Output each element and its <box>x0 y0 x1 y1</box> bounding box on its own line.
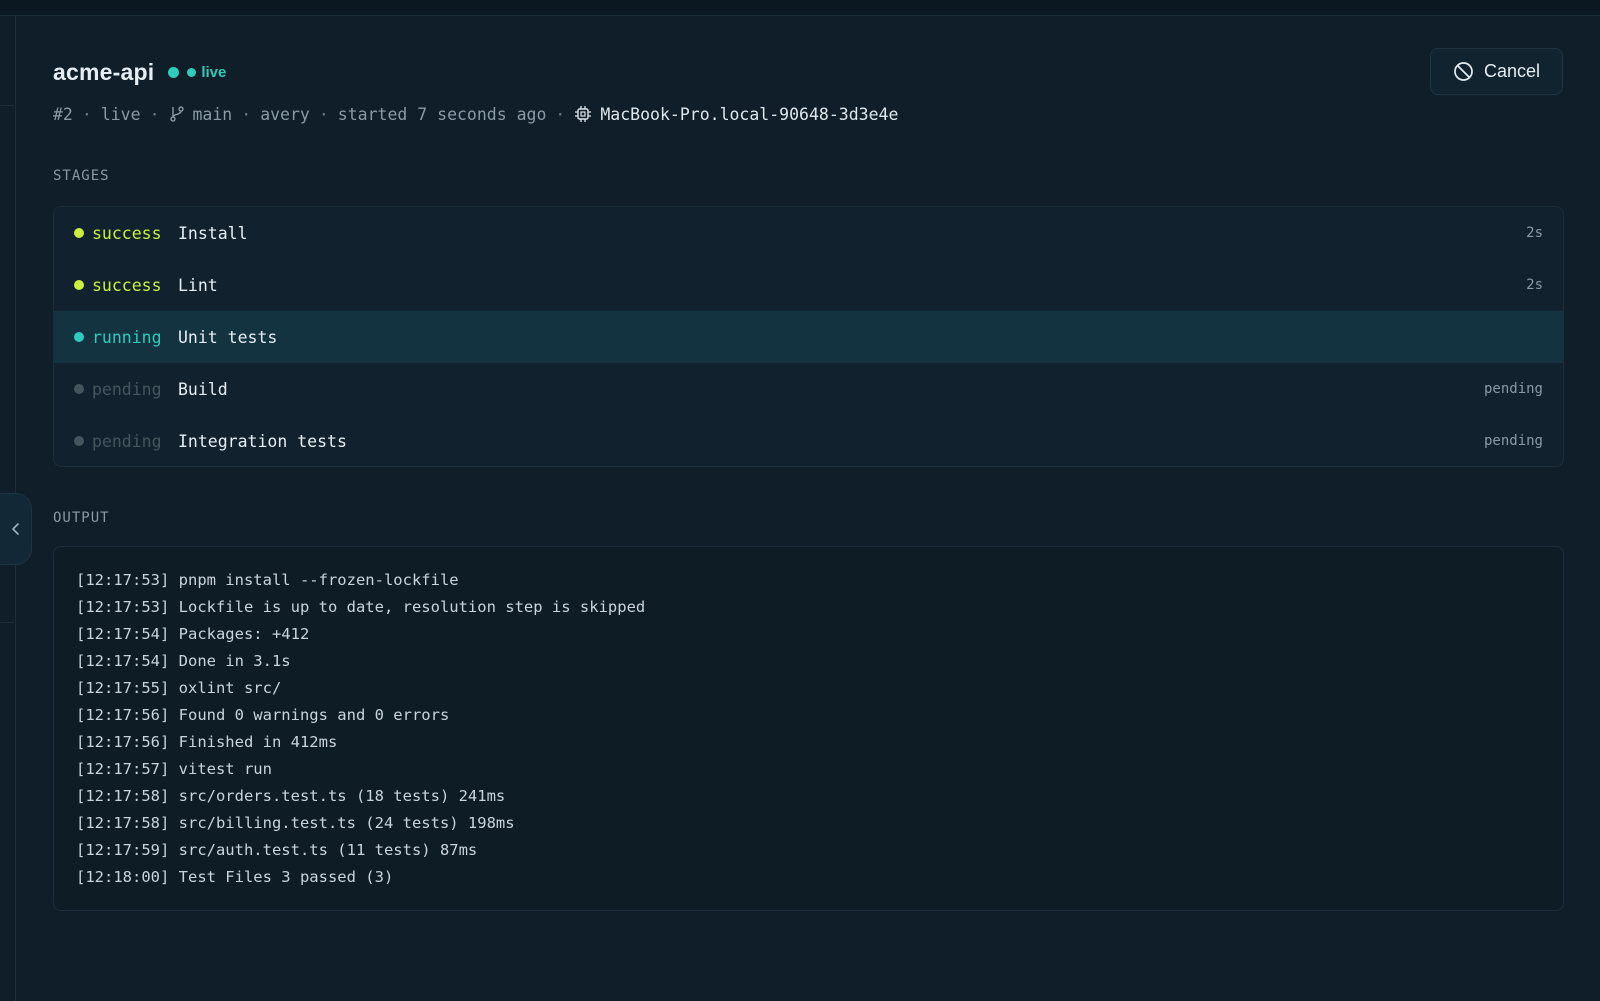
output-log[interactable]: [12:17:53] pnpm install --frozen-lockfil… <box>53 546 1564 911</box>
stage-name: Integration tests <box>178 431 347 451</box>
cancel-icon <box>1454 62 1473 81</box>
cancel-button-label: Cancel <box>1483 61 1541 81</box>
running-dot-icon <box>74 332 84 342</box>
stage-duration: 2s <box>1526 277 1543 293</box>
log-line: [12:17:58] src/billing.test.ts (24 tests… <box>76 814 515 832</box>
run-status: live <box>100 104 141 124</box>
stages-heading: STAGES <box>53 168 110 184</box>
success-dot-icon <box>74 228 84 238</box>
stage-row-unit-tests[interactable]: running Unit tests <box>54 311 1563 363</box>
pending-dot-icon <box>74 436 84 446</box>
status-badge: live <box>187 64 226 81</box>
run-number: #2 <box>53 104 73 124</box>
pending-dot-icon <box>74 384 84 394</box>
log-line: [12:17:54] Packages: +412 <box>76 625 310 643</box>
separator: · <box>149 104 160 124</box>
log-line: [12:17:55] oxlint src/ <box>76 679 282 697</box>
chevron-left-icon <box>11 523 19 535</box>
success-dot-icon <box>74 280 84 290</box>
separator: · <box>81 104 92 124</box>
separator: · <box>241 104 252 124</box>
log-line: [12:17:53] pnpm install --frozen-lockfil… <box>76 571 459 589</box>
log-line: [12:17:56] Finished in 412ms <box>76 733 338 751</box>
run-user: avery <box>260 104 310 124</box>
stage-name: Lint <box>178 275 218 295</box>
stage-status: pending <box>92 379 162 399</box>
log-line: [12:17:59] src/auth.test.ts (11 tests) 8… <box>76 841 478 859</box>
log-line: [12:17:53] Lockfile is up to date, resol… <box>76 598 646 616</box>
stage-status: success <box>92 275 162 295</box>
separator: · <box>318 104 329 124</box>
started-time: started 7 seconds ago <box>337 104 547 124</box>
stage-duration: 2s <box>1526 225 1543 241</box>
stage-status: success <box>92 223 162 243</box>
log-line: [12:18:00] Test Files 3 passed (3) <box>76 868 394 886</box>
stage-duration: pending <box>1483 433 1543 449</box>
stage-row-build[interactable]: pending Build pending <box>54 363 1563 415</box>
separator: · <box>555 104 566 124</box>
top-bar <box>0 0 1600 16</box>
stage-name: Unit tests <box>178 327 278 347</box>
log-line: [12:17:57] vitest run <box>76 760 272 778</box>
stage-row-lint[interactable]: success Lint 2s <box>54 259 1563 311</box>
stage-name: Build <box>178 379 228 399</box>
stage-status: pending <box>92 431 162 451</box>
cancel-button[interactable]: Cancel <box>1430 48 1563 95</box>
stage-row-install[interactable]: success Install 2s <box>54 207 1563 259</box>
stage-row-integration-tests[interactable]: pending Integration tests pending <box>54 415 1563 466</box>
cpu-icon <box>575 106 592 122</box>
branch-name: main <box>192 104 233 124</box>
stages-list: success Install 2s success Lint 2s runni… <box>53 206 1564 467</box>
status-badge-label: live <box>201 63 227 81</box>
output-heading: OUTPUT <box>53 510 110 526</box>
rail-divider <box>0 105 14 106</box>
stage-duration: pending <box>1483 381 1543 397</box>
status-dot-icon <box>187 67 197 77</box>
run-header: acme-api live <box>53 52 226 92</box>
app-name: acme-api <box>53 58 155 85</box>
log-line: [12:17:58] src/orders.test.ts (18 tests)… <box>76 787 506 805</box>
log-line: [12:17:54] Done in 3.1s <box>76 652 291 670</box>
git-branch-icon <box>169 106 184 122</box>
stage-status: running <box>92 327 162 347</box>
live-dot-icon <box>168 66 180 78</box>
log-line: [12:17:56] Found 0 warnings and 0 errors <box>76 706 450 724</box>
collapse-sidebar-button[interactable] <box>0 493 32 565</box>
run-meta: #2 · live · main · avery · started 7 sec… <box>53 102 898 126</box>
stage-name: Install <box>178 223 248 243</box>
runner-host: MacBook-Pro.local-90648-3d3e4e <box>600 104 899 124</box>
rail-divider <box>0 622 14 623</box>
